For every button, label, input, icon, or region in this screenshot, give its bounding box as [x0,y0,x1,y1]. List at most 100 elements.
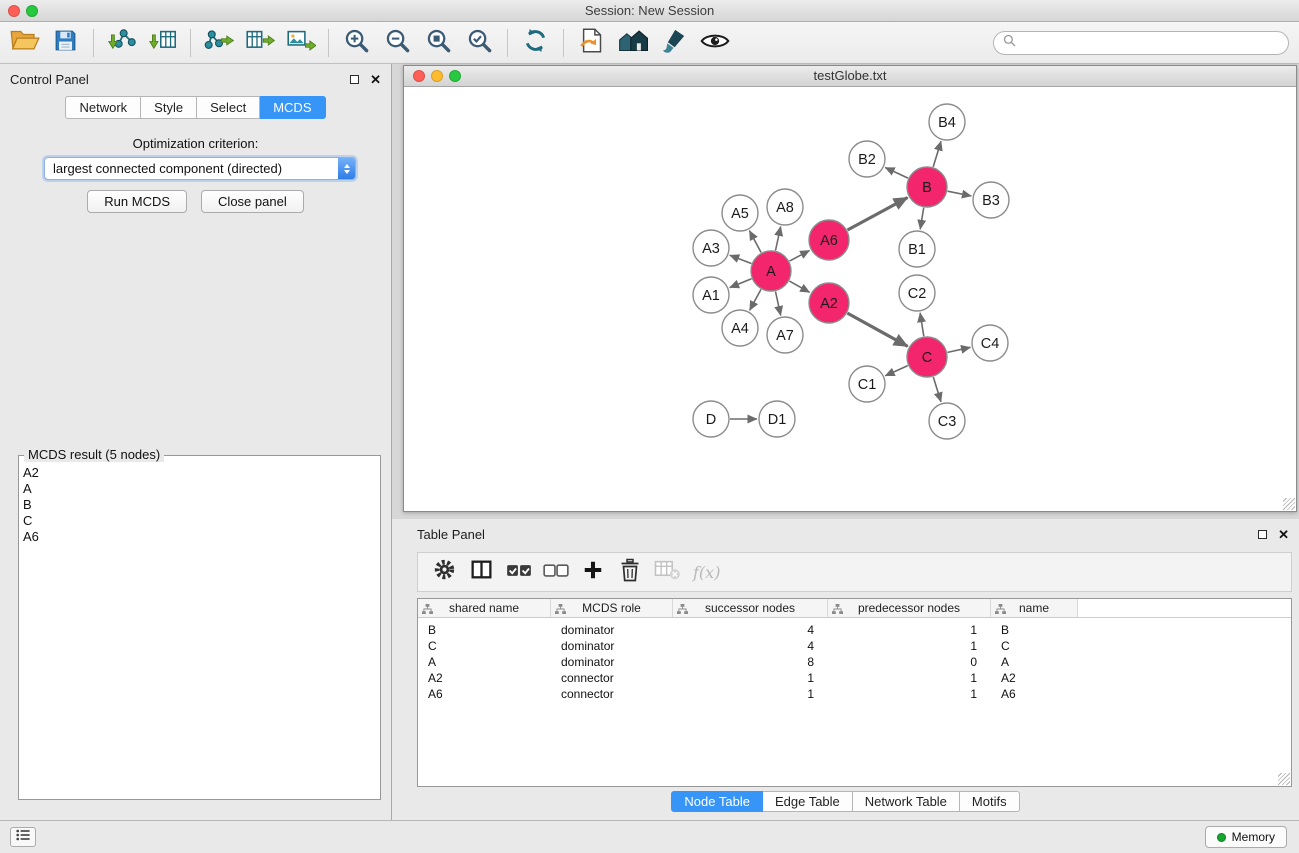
graph-edge-A-A8[interactable] [776,227,781,251]
graph-node-C[interactable]: C [907,337,947,377]
tab-style[interactable]: Style [141,96,197,119]
graph-edge-A-A5[interactable] [749,231,761,253]
tab-motifs[interactable]: Motifs [960,791,1020,812]
graph-node-B1[interactable]: B1 [899,231,935,267]
graph-node-A2[interactable]: A2 [809,283,849,323]
graph-edge-A-A7[interactable] [776,292,781,316]
table-row[interactable]: A6connector11A6 [418,686,1291,702]
show-hide-button[interactable] [694,25,735,61]
graph-edge-A-A3[interactable] [730,255,752,263]
delete-table-button[interactable] [648,555,685,589]
graph-node-A8[interactable]: A8 [767,189,803,225]
export-network-button[interactable] [198,25,239,61]
graph-node-B3[interactable]: B3 [973,182,1009,218]
graph-node-A[interactable]: A [751,251,791,291]
function-builder-button[interactable]: f(x) [693,563,720,582]
graph-edge-C-C2[interactable] [920,313,924,337]
export-image-button[interactable] [280,25,321,61]
zoom-out-button[interactable] [377,25,418,61]
import-table-button[interactable] [142,25,183,61]
graph-node-D1[interactable]: D1 [759,401,795,437]
gear-button[interactable] [426,555,463,589]
zoom-window-button[interactable] [26,5,38,17]
table-panel-float-button[interactable] [1258,530,1267,539]
column-header-shared-name[interactable]: shared name [418,599,551,617]
split-column-button[interactable] [463,555,500,589]
refresh-button[interactable] [515,25,556,61]
graph-edge-B-B4[interactable] [933,141,941,167]
network-canvas[interactable]: A5A8A3A1A4A7AA6A2BB1B2B3B4CC1C2C3C4DD1 [404,88,1296,511]
column-header-successor-nodes[interactable]: successor nodes [673,599,828,617]
tab-node-table[interactable]: Node Table [671,791,763,812]
graph-node-A5[interactable]: A5 [722,195,758,231]
network-close-button[interactable] [413,70,425,82]
tab-network-table[interactable]: Network Table [853,791,960,812]
run-mcds-button[interactable]: Run MCDS [87,190,187,213]
graph-edge-B-B2[interactable] [885,168,908,179]
graph-edge-A-A6[interactable] [790,250,810,261]
delete-row-button[interactable] [611,555,648,589]
table-panel-close-icon[interactable]: ✕ [1278,528,1289,541]
mcds-result-item[interactable]: A [23,481,380,497]
control-panel-float-button[interactable] [350,75,359,84]
graph-node-A6[interactable]: A6 [809,220,849,260]
tab-select[interactable]: Select [197,96,260,119]
unselect-all-button[interactable] [537,555,574,589]
graph-node-C2[interactable]: C2 [899,275,935,311]
graph-edge-B-B1[interactable] [920,208,924,230]
graph-node-D[interactable]: D [693,401,729,437]
network-minimize-button[interactable] [431,70,443,82]
table-row[interactable]: Cdominator41C [418,638,1291,654]
mcds-result-item[interactable]: C [23,513,380,529]
select-all-button[interactable] [500,555,537,589]
tab-network[interactable]: Network [65,96,141,119]
graph-node-B2[interactable]: B2 [849,141,885,177]
graph-edge-A2-C[interactable] [847,313,907,346]
search-input[interactable] [1021,36,1279,51]
graph-node-B[interactable]: B [907,167,947,207]
graph-node-A7[interactable]: A7 [767,317,803,353]
memory-button[interactable]: Memory [1205,826,1287,848]
first-neighbors-button[interactable] [571,25,612,61]
graph-edge-C-C1[interactable] [885,366,908,376]
table-row[interactable]: Adominator80A [418,654,1291,670]
graph-edge-A6-B[interactable] [848,198,908,231]
graph-node-B4[interactable]: B4 [929,104,965,140]
column-header-MCDS-role[interactable]: MCDS role [551,599,673,617]
tab-edge-table[interactable]: Edge Table [763,791,853,812]
graph-edge-A-A2[interactable] [789,281,809,292]
criterion-dropdown[interactable]: largest connected component (directed) [44,157,356,180]
tab-mcds[interactable]: MCDS [260,96,325,119]
mcds-result-item[interactable]: A2 [23,465,380,481]
table-row[interactable]: A2connector11A2 [418,670,1291,686]
table-resize-handle[interactable] [1278,773,1290,785]
add-row-button[interactable] [574,555,611,589]
graph-edge-A-A4[interactable] [750,289,761,310]
close-panel-button[interactable]: Close panel [201,190,304,213]
window-resize-handle[interactable] [1283,498,1295,510]
zoom-fit-button[interactable] [418,25,459,61]
network-zoom-button[interactable] [449,70,461,82]
export-table-button[interactable] [239,25,280,61]
graph-edge-C-C3[interactable] [933,377,941,402]
column-header-predecessor-nodes[interactable]: predecessor nodes [828,599,991,617]
show-panels-button[interactable] [10,827,36,847]
close-window-button[interactable] [8,5,20,17]
graph-node-C3[interactable]: C3 [929,403,965,439]
graph-node-C1[interactable]: C1 [849,366,885,402]
graph-node-A1[interactable]: A1 [693,277,729,313]
apply-style-button[interactable] [653,25,694,61]
search-box[interactable] [993,31,1289,55]
table-row[interactable]: Bdominator41B [418,622,1291,638]
graph-edge-C-C4[interactable] [948,347,971,352]
import-network-button[interactable] [101,25,142,61]
graph-edge-B-B3[interactable] [948,191,972,196]
graph-node-A3[interactable]: A3 [693,230,729,266]
open-folder-button[interactable] [4,25,45,61]
zoom-in-button[interactable] [336,25,377,61]
mcds-result-item[interactable]: A6 [23,529,380,545]
column-header-name[interactable]: name [991,599,1078,617]
home-button[interactable] [612,25,653,61]
zoom-selected-button[interactable] [459,25,500,61]
graph-node-C4[interactable]: C4 [972,325,1008,361]
